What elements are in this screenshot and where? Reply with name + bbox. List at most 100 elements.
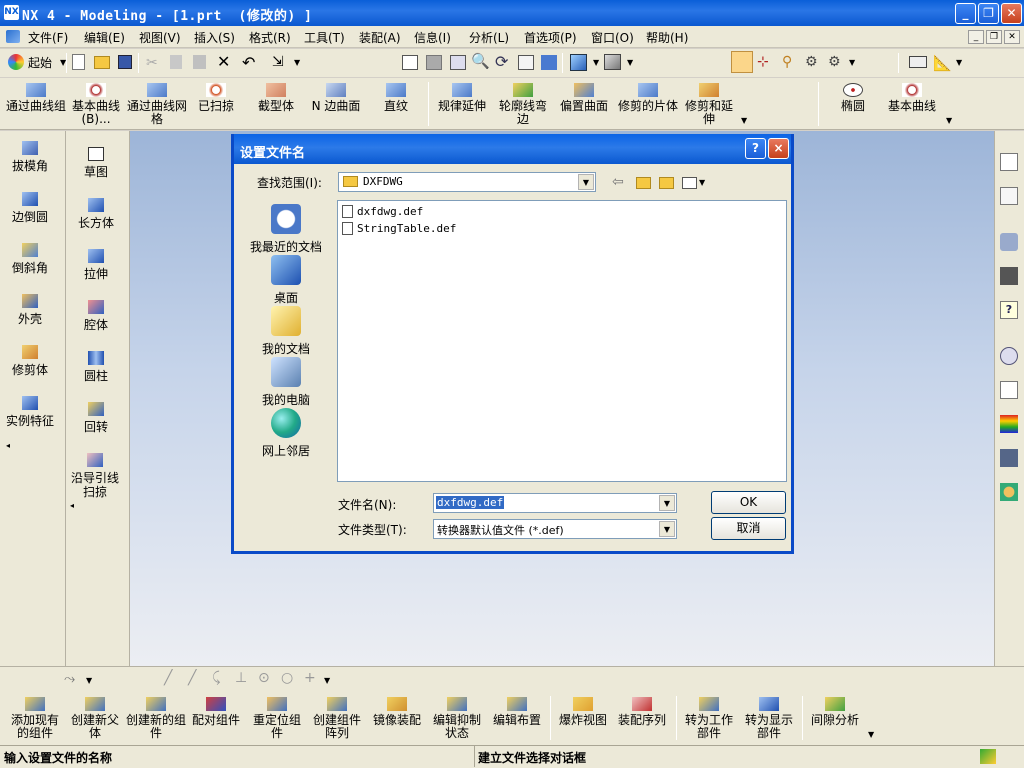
view-menu-icon[interactable] xyxy=(682,177,697,189)
menu-preferences[interactable]: 首选项(P) xyxy=(524,29,577,46)
line-icon[interactable]: ╱ xyxy=(164,670,172,686)
process-studio-icon[interactable] xyxy=(1000,449,1018,467)
new-file-icon[interactable] xyxy=(72,54,85,70)
chevron-down-icon[interactable]: ▼ xyxy=(956,58,962,67)
filename-input[interactable]: dxfdwg.def ▼ xyxy=(433,493,677,513)
add-existing-component-button[interactable]: 添加现有的组件 xyxy=(6,697,64,740)
mirror-assembly-button[interactable]: 镜像装配 xyxy=(368,697,426,727)
chevron-down-icon[interactable]: ▼ xyxy=(578,174,594,190)
basic-curves-button[interactable]: 基本曲线(B)... xyxy=(66,83,126,126)
menu-edit[interactable]: 编辑(E) xyxy=(84,29,125,46)
chevron-down-icon[interactable]: ▼ xyxy=(659,495,675,511)
look-in-select[interactable]: DXFDWG ▼ xyxy=(338,172,596,192)
history-icon[interactable] xyxy=(1000,347,1018,365)
snap-point-icon[interactable] xyxy=(731,51,753,73)
dialog-close-button[interactable]: × xyxy=(768,138,789,159)
block-button[interactable]: 长方体 xyxy=(66,198,126,230)
menu-file[interactable]: 文件(F) xyxy=(28,29,68,46)
trimmed-sheet-button[interactable]: 修剪的片体 xyxy=(618,83,678,113)
assembly-sequence-button[interactable]: 装配序列 xyxy=(612,697,672,727)
create-new-component-button[interactable]: 创建新的组件 xyxy=(126,697,186,740)
chevron-down-icon[interactable]: ▼ xyxy=(627,58,633,67)
menu-tools[interactable]: 工具(T) xyxy=(304,29,345,46)
copy-icon[interactable] xyxy=(170,55,182,69)
places-desktop[interactable]: 桌面 xyxy=(246,255,326,306)
file-list[interactable]: dxfdwg.def StringTable.def xyxy=(337,200,787,482)
trim-extend-button[interactable]: 修剪和延伸 xyxy=(680,83,738,126)
chevron-down-icon[interactable]: ▼ xyxy=(699,178,705,187)
edit-arrangement-button[interactable]: 编辑布置 xyxy=(488,697,546,727)
render-style-icon[interactable] xyxy=(570,54,587,71)
cylinder-button[interactable]: 圆柱 xyxy=(66,351,126,383)
back-icon[interactable]: ⇦ xyxy=(612,174,624,190)
delete-icon[interactable]: ✕ xyxy=(217,52,230,71)
new-folder-icon[interactable] xyxy=(659,177,674,189)
zoom-area-icon[interactable] xyxy=(450,55,466,70)
snap-mid-icon[interactable]: ⚲ xyxy=(782,54,792,70)
places-network[interactable]: 网上邻居 xyxy=(246,408,326,459)
chamfer-button[interactable]: 倒斜角 xyxy=(0,243,60,275)
ellipse-button[interactable]: 椭圆 xyxy=(826,83,880,113)
chevron-down-icon[interactable]: ▼ xyxy=(741,116,747,125)
restore-button[interactable]: ❐ xyxy=(978,3,999,24)
menu-assembly[interactable]: 装配(A) xyxy=(359,29,401,46)
line-icon[interactable]: ╱ xyxy=(188,670,196,686)
menu-insert[interactable]: 插入(S) xyxy=(194,29,235,46)
menu-window[interactable]: 窗口(O) xyxy=(591,29,634,46)
start-button[interactable]: 起始 xyxy=(28,54,52,71)
revolve-button[interactable]: 回转 xyxy=(66,402,126,434)
basic-curves-button-2[interactable]: 基本曲线 xyxy=(882,83,942,113)
magnifier-icon[interactable]: 🔍 xyxy=(471,52,490,70)
mdi-minimize-icon[interactable]: _ xyxy=(968,30,984,44)
swept-button[interactable]: 已扫掠 xyxy=(188,83,244,113)
snap-end-icon[interactable]: ⊹ xyxy=(757,54,769,70)
ruled-button[interactable]: 直纹 xyxy=(368,83,424,113)
save-icon[interactable] xyxy=(118,55,132,69)
mdi-restore-icon[interactable]: ❐ xyxy=(986,30,1002,44)
chevron-down-icon[interactable]: ▼ xyxy=(86,676,92,685)
chevron-down-icon[interactable]: ▼ xyxy=(868,730,874,739)
chevron-down-icon[interactable]: ▼ xyxy=(294,58,300,67)
close-button[interactable]: ✕ xyxy=(1001,3,1022,24)
cancel-button[interactable]: 取消 xyxy=(711,517,786,540)
filetype-select[interactable]: 转换器默认值文件 (*.def) ▼ xyxy=(433,519,677,539)
ok-button[interactable]: OK xyxy=(711,491,786,514)
undo-icon[interactable]: ↶ xyxy=(242,53,255,72)
menu-view[interactable]: 视图(V) xyxy=(139,29,181,46)
component-array-button[interactable]: 创建组件阵列 xyxy=(308,697,366,740)
select-icon[interactable]: ⇲ xyxy=(272,54,284,70)
draft-button[interactable]: 拔模角 xyxy=(0,141,60,173)
circle-icon[interactable]: ⊙ xyxy=(258,670,270,686)
system-materials-icon[interactable] xyxy=(1000,381,1018,399)
shell-button[interactable]: 外壳 xyxy=(0,294,60,326)
camera-icon[interactable] xyxy=(541,55,557,70)
cut-icon[interactable]: ✂ xyxy=(146,55,158,71)
selection-filter-icon[interactable] xyxy=(980,749,996,764)
up-folder-icon[interactable] xyxy=(636,177,651,189)
edge-blend-button[interactable]: 边倒圆 xyxy=(0,192,60,224)
clearance-analysis-button[interactable]: 间隙分析 xyxy=(806,697,864,727)
sketch-button[interactable]: 草图 xyxy=(66,147,126,179)
assembly-navigator-icon[interactable] xyxy=(1000,153,1018,171)
arc-icon[interactable]: ⤹ xyxy=(212,670,220,686)
through-curves-button[interactable]: 通过曲线组 xyxy=(6,83,66,113)
offset-surface-button[interactable]: 偏置曲面 xyxy=(556,83,612,113)
mate-component-button[interactable]: 配对组件 xyxy=(188,697,244,727)
make-work-part-button[interactable]: 转为工作部件 xyxy=(680,697,738,740)
chevron-down-icon[interactable]: ▼ xyxy=(849,58,855,67)
chevron-left-icon[interactable]: ◂ xyxy=(70,501,74,510)
exploded-view-button[interactable]: 爆炸视图 xyxy=(554,697,612,727)
create-new-parent-button[interactable]: 创建新父体 xyxy=(66,697,124,740)
training-icon[interactable] xyxy=(1000,267,1018,285)
contour-flange-button[interactable]: 轮廓线弯边 xyxy=(494,83,552,126)
measure-distance-icon[interactable] xyxy=(909,56,927,68)
chevron-left-icon[interactable]: ◂ xyxy=(6,441,10,450)
through-curve-mesh-button[interactable]: 通过曲线网格 xyxy=(126,83,188,126)
minimize-button[interactable]: _ xyxy=(955,3,976,24)
view-orient-icon[interactable] xyxy=(604,54,621,70)
sweep-along-guide-button[interactable]: 沿导引线扫掠 xyxy=(66,453,124,499)
menu-format[interactable]: 格式(R) xyxy=(249,29,291,46)
paste-icon[interactable] xyxy=(193,55,206,69)
reposition-component-button[interactable]: 重定位组件 xyxy=(248,697,306,740)
places-recent[interactable]: 我最近的文档 xyxy=(246,204,326,255)
